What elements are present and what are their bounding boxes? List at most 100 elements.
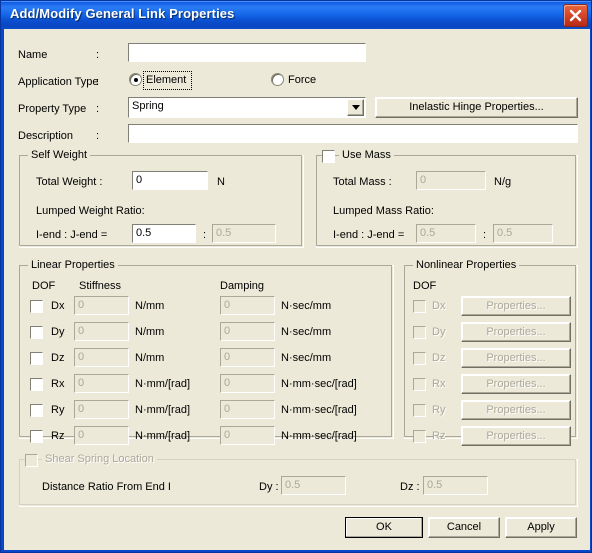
- linear-row-dof-dy: Dy: [51, 326, 65, 338]
- description-colon: :: [96, 130, 100, 142]
- nonlinear-row-checkbox-dx: [413, 300, 426, 313]
- linear-row-checkbox-rx[interactable]: [30, 378, 43, 391]
- linear-row-dof-dz: Dz: [51, 352, 65, 364]
- linear-row-dof-rx: Rx: [51, 378, 65, 390]
- property-type-combobox[interactable]: Spring: [128, 97, 366, 118]
- linear-damping-unit-rx: N·mm·sec/[rad]: [281, 378, 357, 390]
- linear-stiffness-unit-rx: N·mm/[rad]: [135, 378, 190, 390]
- cancel-button[interactable]: Cancel: [428, 517, 500, 538]
- use-mass-title: Use Mass: [339, 149, 394, 161]
- shear-spring-title: Shear Spring Location: [42, 453, 157, 465]
- nonlinear-row-dof-ry: Ry: [432, 404, 446, 416]
- linear-damping-rx: 0: [220, 374, 275, 393]
- nonlinear-properties-button-dx: Properties...: [461, 296, 571, 316]
- linear-stiffness-ry: 0: [74, 400, 129, 419]
- total-weight-label: Total Weight :: [36, 176, 103, 188]
- window-title: Add/Modify General Link Properties: [10, 6, 235, 21]
- nonlinear-properties-button-rx: Properties...: [461, 374, 571, 394]
- nonlinear-row-checkbox-dy: [413, 326, 426, 339]
- nonlinear-row-checkbox-rz: [413, 430, 426, 443]
- name-colon: :: [96, 49, 100, 61]
- self-weight-title: Self Weight: [28, 149, 91, 161]
- mass-ratio-separator: :: [483, 229, 487, 241]
- linear-stiffness-rz: 0: [74, 426, 129, 445]
- linear-stiffness-dz: 0: [74, 348, 129, 367]
- linear-damping-unit-ry: N·mm·sec/[rad]: [281, 404, 357, 416]
- linear-damping-dx: 0: [220, 296, 275, 315]
- chevron-down-icon[interactable]: [347, 99, 364, 116]
- nonlinear-properties-button-dy: Properties...: [461, 322, 571, 342]
- description-input[interactable]: [128, 124, 578, 143]
- total-mass-unit: N/g: [494, 176, 512, 188]
- mass-ends-label: I-end : J-end =: [333, 229, 405, 241]
- linear-damping-unit-dx: N·sec/mm: [281, 300, 332, 312]
- linear-stiffness-unit-dx: N/mm: [135, 300, 165, 312]
- linear-stiffness-rx: 0: [74, 374, 129, 393]
- linear-stiffness-unit-ry: N·mm/[rad]: [135, 404, 190, 416]
- property-type-label: Property Type: [18, 103, 87, 115]
- linear-stiffness-dx: 0: [74, 296, 129, 315]
- linear-col-damping: Damping: [220, 280, 265, 292]
- linear-row-checkbox-ry[interactable]: [30, 404, 43, 417]
- shear-dz-label: Dz :: [400, 481, 420, 493]
- mass-j-end-input: 0.5: [493, 224, 553, 243]
- inelastic-hinge-properties-button[interactable]: Inelastic Hinge Properties...: [375, 97, 578, 118]
- nonlinear-col-dof: DOF: [413, 280, 437, 292]
- linear-row-checkbox-dy[interactable]: [30, 326, 43, 339]
- nonlinear-row-checkbox-rx: [413, 378, 426, 391]
- radio-element-focus-ring: [143, 71, 192, 90]
- ok-button[interactable]: OK: [345, 517, 423, 538]
- lumped-mass-ratio-label: Lumped Mass Ratio:: [333, 205, 434, 217]
- title-bar: Add/Modify General Link Properties: [1, 1, 591, 29]
- linear-damping-unit-rz: N·mm·sec/[rad]: [281, 430, 357, 442]
- dialog-window: Add/Modify General Link Properties Name …: [0, 0, 592, 553]
- linear-row-checkbox-rz[interactable]: [30, 430, 43, 443]
- application-type-label: Application Type: [18, 76, 99, 88]
- linear-damping-unit-dy: N·sec/mm: [281, 326, 332, 338]
- linear-damping-rz: 0: [220, 426, 275, 445]
- nonlinear-row-checkbox-dz: [413, 352, 426, 365]
- linear-damping-unit-dz: N·sec/mm: [281, 352, 332, 364]
- radio-element-dot: [133, 77, 138, 82]
- weight-i-end-input[interactable]: 0.5: [132, 224, 196, 243]
- shear-spring-checkbox: [25, 454, 38, 467]
- radio-force[interactable]: [271, 73, 284, 86]
- application-type-colon: :: [96, 76, 100, 88]
- nonlinear-row-dof-rx: Rx: [432, 378, 446, 390]
- shear-dz-input: 0.5: [423, 476, 488, 495]
- nonlinear-properties-title: Nonlinear Properties: [413, 259, 520, 271]
- total-weight-unit: N: [217, 176, 225, 188]
- close-button[interactable]: [563, 4, 588, 27]
- total-mass-label: Total Mass :: [333, 176, 392, 188]
- nonlinear-properties-button-ry: Properties...: [461, 400, 571, 420]
- linear-stiffness-unit-dy: N/mm: [135, 326, 165, 338]
- weight-ratio-separator: :: [203, 229, 207, 241]
- name-input[interactable]: [128, 43, 366, 62]
- linear-damping-dy: 0: [220, 322, 275, 341]
- linear-stiffness-unit-rz: N·mm/[rad]: [135, 430, 190, 442]
- nonlinear-row-dof-dy: Dy: [432, 326, 446, 338]
- nonlinear-properties-button-dz: Properties...: [461, 348, 571, 368]
- linear-row-checkbox-dz[interactable]: [30, 352, 43, 365]
- nonlinear-properties-button-rz: Properties...: [461, 426, 571, 446]
- description-label: Description: [18, 130, 74, 142]
- use-mass-checkbox[interactable]: [322, 150, 335, 163]
- radio-element[interactable]: [129, 73, 142, 86]
- nonlinear-row-dof-rz: Rz: [432, 430, 446, 442]
- dialog-body: Name : Application Type : Element Force …: [4, 29, 590, 550]
- lumped-weight-ratio-label: Lumped Weight Ratio:: [36, 205, 145, 217]
- linear-col-dof: DOF: [32, 280, 56, 292]
- linear-stiffness-dy: 0: [74, 322, 129, 341]
- apply-button[interactable]: Apply: [505, 517, 577, 538]
- shear-dy-input: 0.5: [281, 476, 346, 495]
- total-weight-input[interactable]: 0: [132, 171, 208, 190]
- linear-row-dof-dx: Dx: [51, 300, 65, 312]
- weight-ends-label: I-end : J-end =: [36, 229, 108, 241]
- close-icon: [569, 9, 582, 22]
- linear-row-checkbox-dx[interactable]: [30, 300, 43, 313]
- nonlinear-row-checkbox-ry: [413, 404, 426, 417]
- linear-stiffness-unit-dz: N/mm: [135, 352, 165, 364]
- linear-properties-title: Linear Properties: [28, 259, 118, 271]
- nonlinear-row-dof-dx: Dx: [432, 300, 446, 312]
- nonlinear-row-dof-dz: Dz: [432, 352, 446, 364]
